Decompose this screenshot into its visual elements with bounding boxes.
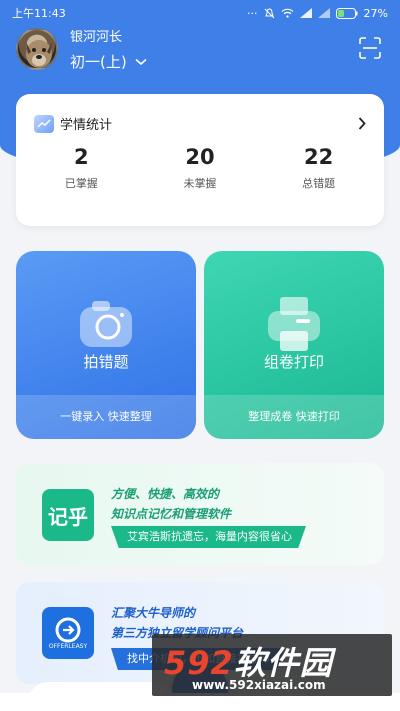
banner-subheadline: 知识点记忆和管理软件 — [111, 507, 232, 521]
status-time: 上午11:43 — [12, 7, 66, 20]
chevron-down-icon — [135, 58, 147, 65]
stat-total[interactable]: 22 总错题 — [264, 145, 374, 191]
stats-card[interactable]: 学情统计 2 已掌握 20 未掌握 22 总错题 — [16, 94, 384, 226]
grade-selector[interactable]: 初一(上) — [70, 51, 147, 72]
watermark-text: 软件园 — [233, 644, 333, 682]
signal-icon-2 — [317, 8, 330, 18]
feature-subtitle: 一键录入 快速整理 — [16, 395, 196, 439]
profile[interactable]: 银河河长 初一(上) — [16, 26, 147, 72]
stat-label: 总错题 — [302, 177, 336, 190]
stat-label: 已掌握 — [64, 177, 98, 190]
stat-value: 22 — [304, 145, 334, 169]
stat-unmastered[interactable]: 20 未掌握 — [145, 145, 255, 191]
stat-value: 20 — [185, 145, 215, 169]
chart-icon — [34, 114, 54, 133]
jihu-logo: 记乎 — [42, 489, 94, 541]
feature-label: 拍错题 — [83, 353, 129, 371]
wifi-icon — [281, 8, 293, 18]
battery-icon — [335, 7, 358, 19]
ad-banner-jihu[interactable]: 记乎 方便、快捷、高效的 知识点记忆和管理软件 艾宾浩斯抗遗忘，海量内容很省心 — [16, 463, 384, 565]
banner-tagline: 艾宾浩斯抗遗忘，海量内容很省心 — [111, 526, 306, 548]
user-name: 银河河长 — [70, 30, 123, 45]
camera-icon — [80, 301, 132, 347]
battery-level: 27% — [363, 6, 388, 20]
chevron-right-icon[interactable] — [358, 117, 366, 130]
feature-subtitle: 整理成卷 快速打印 — [204, 395, 384, 439]
mute-bell-icon — [264, 7, 274, 18]
watermark: 592软件园 www.592xiazai.com — [152, 634, 392, 696]
capture-mistake-card[interactable]: 拍错题 一键录入 快速整理 — [16, 251, 196, 439]
offereasy-logo-text: OFFERLEASY — [48, 642, 88, 650]
stat-value: 2 — [74, 145, 89, 169]
print-paper-card[interactable]: 组卷打印 整理成卷 快速打印 — [204, 251, 384, 439]
scan-icon[interactable] — [358, 37, 382, 59]
signal-icon — [299, 8, 312, 18]
printer-icon — [268, 297, 320, 351]
stats-title: 学情统计 — [60, 118, 113, 133]
stat-label: 未掌握 — [183, 177, 217, 190]
status-bar: 上午11:43 ··· 27% — [0, 0, 400, 26]
watermark-url: www.592xiazai.com — [192, 678, 326, 692]
stat-mastered[interactable]: 2 已掌握 — [26, 145, 136, 191]
avatar[interactable] — [16, 28, 58, 70]
grade-label: 初一(上) — [70, 53, 127, 71]
watermark-number: 592 — [164, 644, 234, 682]
dots-icon: ··· — [247, 6, 258, 20]
feature-label: 组卷打印 — [263, 353, 324, 371]
banner-headline: 汇聚大牛导师的 — [111, 606, 196, 620]
offereasy-logo: OFFERLEASY — [42, 607, 94, 659]
banner-headline: 方便、快捷、高效的 — [111, 487, 220, 501]
